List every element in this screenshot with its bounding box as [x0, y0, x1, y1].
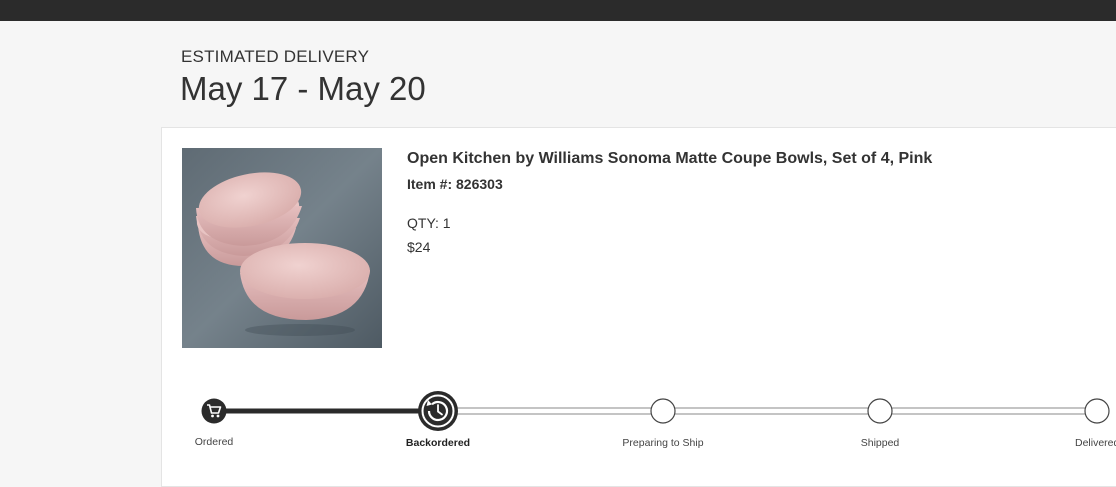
step-label-preparing: Preparing to Ship	[622, 437, 704, 449]
estimated-delivery-label: ESTIMATED DELIVERY	[181, 47, 370, 66]
step-delivered-marker	[1084, 398, 1110, 424]
estimated-delivery-date: May 17 - May 20	[180, 70, 426, 107]
top-nav-bar	[0, 0, 1116, 21]
step-backordered-marker	[418, 391, 458, 431]
step-label-ordered: Ordered	[194, 436, 234, 448]
step-ordered-marker	[201, 398, 227, 424]
item-quantity: QTY: 1	[407, 215, 451, 231]
item-number: Item #: 826303	[407, 176, 503, 192]
product-title[interactable]: Open Kitchen by Williams Sonoma Matte Co…	[407, 150, 932, 168]
step-label-backordered: Backordered	[405, 437, 471, 449]
step-shipped-marker	[867, 398, 893, 424]
order-status-tracker	[201, 391, 1110, 431]
product-image[interactable]	[182, 148, 382, 348]
step-label-delivered: Delivered	[1075, 437, 1116, 449]
step-preparing-marker	[650, 398, 676, 424]
step-label-shipped: Shipped	[860, 437, 900, 449]
item-price: $24	[407, 239, 431, 255]
